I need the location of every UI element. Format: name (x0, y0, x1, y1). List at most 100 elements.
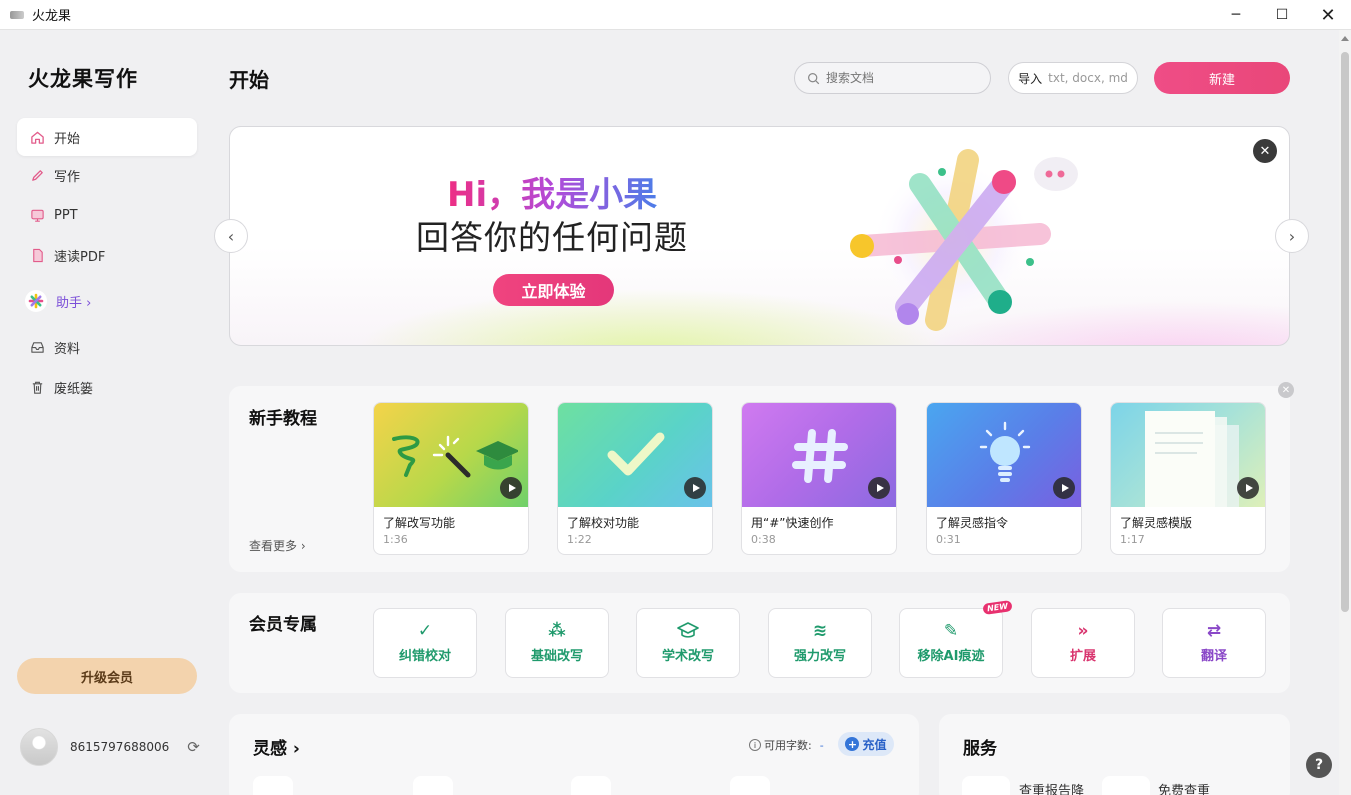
user-profile: 8615797688006 ⟳ (20, 728, 200, 766)
app-icon (10, 10, 24, 19)
recharge-button[interactable]: + 充值 (838, 732, 894, 756)
vip-title: 会员专属 (249, 615, 317, 635)
promo-banner[interactable]: Hi，我是小果 回答你的任何问题 立即体验 (229, 126, 1290, 346)
home-icon (29, 129, 45, 145)
inspiration-item[interactable] (730, 776, 770, 795)
sidebar-item-label: 资料 (54, 341, 81, 357)
video-title: 了解灵感指令 (936, 516, 1009, 530)
sidebar-item-pdf[interactable]: 速读PDF (17, 236, 197, 274)
sidebar-item-write[interactable]: 写作 (17, 156, 197, 194)
video-thumbnail (558, 403, 712, 507)
graduation-cap-icon (677, 622, 699, 640)
minimize-button[interactable]: ─ (1213, 0, 1259, 30)
tutorial-video[interactable]: 了解校对功能 1:22 (557, 402, 713, 555)
info-icon[interactable]: i (749, 739, 761, 751)
inspiration-title[interactable]: 灵感 › (253, 734, 300, 759)
close-window-button[interactable]: ✕ (1305, 0, 1351, 30)
assistant-icon (25, 290, 47, 312)
play-icon[interactable] (1053, 477, 1075, 499)
check-icon: ✓ (417, 621, 433, 641)
window-title: 火龙果 (32, 9, 72, 24)
scrollbar[interactable] (1339, 30, 1351, 795)
basic-rewrite-button[interactable]: ⁂ 基础改写 (505, 608, 609, 678)
help-button[interactable]: ? (1306, 752, 1332, 778)
tutorials-title: 新手教程 (249, 409, 317, 429)
plagiarism-report-label[interactable]: 查重报告降 (1019, 780, 1084, 795)
try-now-button[interactable]: 立即体验 (493, 274, 614, 306)
sidebar-item-materials[interactable]: 资料 (17, 328, 197, 366)
play-icon[interactable] (500, 477, 522, 499)
pencil-icon (29, 167, 45, 183)
sidebar-item-ppt[interactable]: PPT (17, 196, 197, 234)
tutorial-video[interactable]: 了解灵感模版 1:17 (1110, 402, 1266, 555)
inspiration-item[interactable] (253, 776, 293, 795)
see-more-link[interactable]: 查看更多 › (249, 537, 306, 554)
play-icon[interactable] (1237, 477, 1259, 499)
academic-rewrite-button[interactable]: 学术改写 (636, 608, 740, 678)
banner-next-button[interactable]: › (1275, 219, 1309, 253)
user-phone: 8615797688006 (70, 740, 170, 754)
sidebar-item-label: 开始 (54, 131, 81, 147)
scroll-up-icon[interactable] (1341, 36, 1349, 41)
sidebar-item-label: 速读PDF (54, 249, 106, 265)
title-bar: 火龙果 ─ ☐ ✕ (0, 0, 1351, 30)
expand-button[interactable]: » 扩展 (1031, 608, 1135, 678)
video-thumbnail (742, 403, 896, 507)
sync-icon[interactable]: ⟳ (187, 738, 200, 756)
sidebar: 火龙果写作 开始 写作 PPT 速读PDF 助手 › 资料 废纸篓 升级会员 8… (0, 30, 212, 795)
sidebar-item-label: 写作 (54, 169, 81, 185)
available-words-value: - (819, 738, 824, 752)
vip-tool-label: 强力改写 (793, 649, 846, 664)
video-duration: 0:38 (751, 533, 776, 546)
maximize-button[interactable]: ☐ (1259, 0, 1305, 30)
inbox-icon (29, 339, 45, 355)
available-words: i 可用字数: - (749, 737, 824, 753)
strong-rewrite-button[interactable]: ≋ 强力改写 (768, 608, 872, 678)
search-input[interactable] (826, 71, 976, 85)
video-title: 了解改写功能 (383, 516, 456, 530)
sidebar-item-start[interactable]: 开始 (17, 118, 197, 156)
ppt-icon (29, 207, 45, 223)
sidebar-item-label: 助手 › (56, 295, 92, 311)
sidebar-item-label: 废纸篓 (54, 381, 94, 397)
vip-tool-label: 基础改写 (530, 649, 583, 664)
hash-icon (792, 429, 848, 483)
video-thumbnail (374, 403, 528, 507)
tornado-icon: ≋ (812, 621, 828, 641)
import-button[interactable]: 导入 txt, docx, md (1008, 62, 1138, 94)
avatar[interactable] (20, 728, 58, 766)
inspiration-item[interactable] (571, 776, 611, 795)
tutorial-video[interactable]: 了解改写功能 1:36 (373, 402, 529, 555)
banner-close-button[interactable]: ✕ (1253, 139, 1277, 163)
tutorial-video[interactable]: 了解灵感指令 0:31 (926, 402, 1082, 555)
search-box[interactable] (794, 62, 991, 94)
free-check-icon[interactable] (1102, 776, 1150, 795)
check-icon (607, 432, 665, 476)
template-icon (1145, 411, 1239, 507)
vip-tool-label: 翻译 (1200, 649, 1227, 664)
free-check-label[interactable]: 免费查重 (1158, 780, 1210, 795)
sidebar-item-trash[interactable]: 废纸篓 (17, 368, 197, 406)
translate-button[interactable]: ⇄ 翻译 (1162, 608, 1266, 678)
video-duration: 1:22 (567, 533, 592, 546)
play-icon[interactable] (684, 477, 706, 499)
banner-prev-button[interactable]: ‹ (214, 219, 248, 253)
pdf-icon (29, 247, 45, 263)
plagiarism-report-icon[interactable] (962, 776, 1010, 795)
video-title: 用“#”快速创作 (751, 516, 834, 530)
tutorial-video[interactable]: 用“#”快速创作 0:38 (741, 402, 897, 555)
scrollbar-thumb[interactable] (1341, 52, 1349, 612)
new-document-button[interactable]: 新建 (1154, 62, 1290, 94)
tutorials-close-button[interactable]: ✕ (1278, 382, 1294, 398)
import-label: 导入 (1018, 71, 1043, 86)
magic-wand-icon: ⁂ (548, 621, 566, 641)
remove-ai-traces-button[interactable]: ✎ 移除AI痕迹 (899, 608, 1003, 678)
recharge-label: 充值 (862, 737, 887, 752)
available-words-label: 可用字数: (764, 739, 812, 752)
inspiration-item[interactable] (413, 776, 453, 795)
upgrade-membership-button[interactable]: 升级会员 (17, 658, 197, 694)
video-title: 了解灵感模版 (1120, 516, 1193, 530)
proofread-button[interactable]: ✓ 纠错校对 (373, 608, 477, 678)
sidebar-item-assistant[interactable]: 助手 › (17, 282, 197, 320)
play-icon[interactable] (868, 477, 890, 499)
